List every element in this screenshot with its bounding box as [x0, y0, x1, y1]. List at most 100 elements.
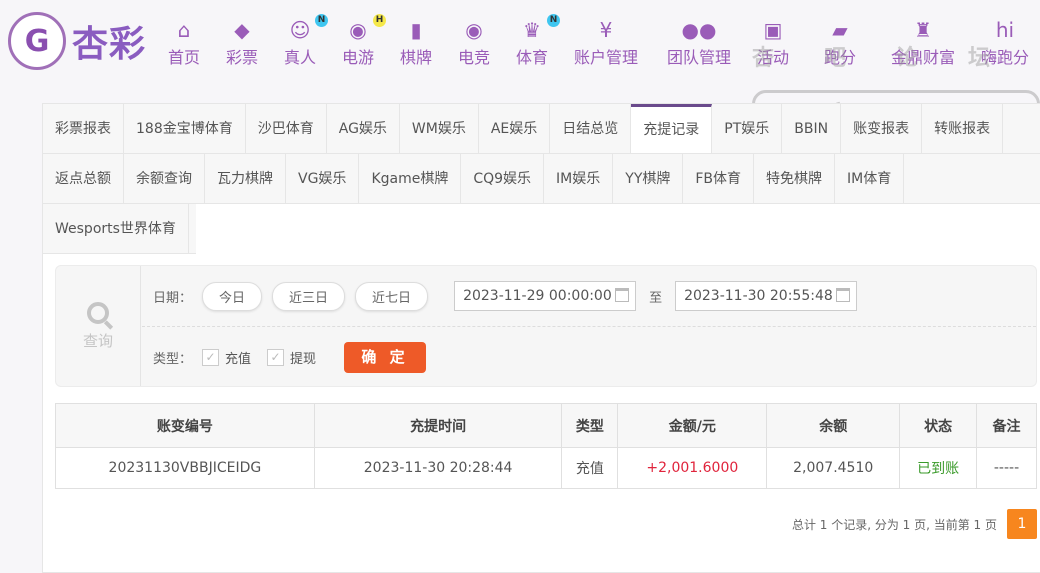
nav-item[interactable]: hi 嗨跑分: [981, 18, 1029, 68]
table-cell: -----: [976, 447, 1037, 489]
search-icon: [87, 302, 114, 330]
live-dealer-icon: ☺ N: [284, 14, 329, 42]
nav-label: 电竞: [457, 48, 491, 67]
nav-label: 账户管理: [573, 48, 639, 67]
tab[interactable]: 日结总览: [550, 104, 632, 153]
nav-item[interactable]: ◆ 彩票: [226, 18, 258, 68]
tab[interactable]: VG娱乐: [286, 154, 360, 203]
nav-item[interactable]: ▮ 棋牌: [400, 18, 432, 68]
start-date-input[interactable]: 2023-11-29 00:00:00: [454, 281, 637, 311]
last-3-days-button[interactable]: 近三日: [272, 281, 346, 311]
tab[interactable]: AG娱乐: [327, 104, 400, 153]
column-header: 余额: [766, 403, 901, 448]
table-row: 20231130VBBJICEIDG 2023-11-30 20:28:44 充值 +…: [55, 447, 1037, 489]
content-panel: 彩票报表 188金宝博体育 沙巴体育 AG娱乐 WM娱乐 AE娱乐 日结总览 充提记录 PT娱乐…: [42, 103, 1040, 573]
query-side: 查询: [56, 266, 141, 386]
column-header: 状态: [899, 403, 978, 448]
logo[interactable]: G 杏彩: [8, 12, 146, 70]
table-cell: 2,007.4510: [766, 447, 901, 489]
nav-label: 团队管理: [666, 48, 732, 67]
nav-label: 棋牌: [399, 48, 433, 67]
query-box: 查询 日期： 今日 近三日 近七日 2023-11-29 00:00:00 至 …: [55, 265, 1037, 387]
table-cell: 20231130VBBJICEIDG: [55, 447, 315, 489]
today-button[interactable]: 今日: [202, 281, 263, 311]
tab[interactable]: FB体育: [683, 154, 755, 203]
tab[interactable]: IM娱乐: [544, 154, 614, 203]
tab[interactable]: BBIN: [782, 104, 842, 153]
yen-coin-icon: ¥: [599, 18, 613, 42]
tab[interactable]: 返点总额: [43, 154, 124, 203]
tab[interactable]: 账变报表: [841, 104, 923, 153]
nav-label: 金鼎财富: [890, 48, 956, 67]
nav-item[interactable]: ◉ H 电游: [342, 14, 387, 68]
table-cell: 已到账: [899, 447, 978, 489]
tab[interactable]: CQ9娱乐: [461, 154, 545, 203]
hi-app-icon: hi: [995, 18, 1015, 42]
to-label: 至: [649, 290, 663, 306]
column-header: 备注: [976, 403, 1037, 448]
tab[interactable]: Wesports世界体育: [43, 204, 189, 253]
nav-item[interactable]: ◉ 电竞: [458, 18, 490, 68]
nav-item[interactable]: ☺ N 真人: [283, 14, 329, 68]
cards-icon: ▮: [410, 18, 422, 42]
tab[interactable]: 特免棋牌: [754, 154, 836, 203]
nav-item[interactable]: ▰ 跑分: [824, 18, 856, 68]
tab[interactable]: IM体育: [835, 154, 905, 203]
column-header: 金额/元: [617, 403, 768, 448]
tab-row: 彩票报表 188金宝博体育 沙巴体育 AG娱乐 WM娱乐 AE娱乐 日结总览 充提记录 PT娱乐…: [43, 104, 1040, 154]
table-cell: 充值: [561, 447, 619, 489]
nav-item[interactable]: ¥ 账户管理: [574, 18, 638, 68]
tab[interactable]: 余额查询: [124, 154, 205, 203]
header: G 杏彩 ⌂ 首页 ◆ 彩票 ☺ N 真人 ◉ H 电游 ▮ 棋牌 ◉ 电竞 ♛ N 体育 ¥ 账户管理 ●● 团队管理…: [0, 0, 1040, 90]
nav-label: 首页: [167, 48, 201, 67]
tab[interactable]: 充提记录: [631, 104, 713, 153]
records-table: 账变编号 充提时间 类型 金额/元 余额 状态 备注 20231130VBBJICEIDG 2…: [55, 403, 1037, 489]
tab-row: 返点总额 余额查询 瓦力棋牌 VG娱乐 Kgame棋牌 CQ9娱乐 IM娱乐 YY棋牌 FB体育…: [43, 154, 1040, 204]
tab[interactable]: 沙巴体育: [246, 104, 327, 153]
nav-item[interactable]: ⌂ 首页: [168, 18, 200, 68]
pager-summary: 总计 1 个记录, 分为 1 页, 当前第 1 页: [791, 517, 997, 532]
calendar-icon[interactable]: [615, 288, 630, 302]
tab[interactable]: YY棋牌: [613, 154, 684, 203]
tab[interactable]: 188金宝博体育: [124, 104, 246, 153]
nav-item[interactable]: ♛ N 体育: [515, 14, 561, 68]
ticket-icon: ◆: [234, 18, 250, 42]
table-cell: 2023-11-30 20:28:44: [313, 447, 563, 489]
tab[interactable]: AE娱乐: [479, 104, 551, 153]
team-icon: ●●: [681, 18, 717, 42]
nav-label: 嗨跑分: [980, 48, 1030, 67]
tab[interactable]: PT娱乐: [712, 104, 783, 153]
nav-item[interactable]: ▣ 活动: [757, 18, 789, 68]
query-label: 查询: [82, 332, 113, 350]
withdraw-label: 提现: [290, 352, 317, 367]
pagination: 总计 1 个记录, 分为 1 页, 当前第 1 页 1: [792, 509, 1037, 539]
home-icon: ⌂: [177, 18, 191, 42]
page-button-current[interactable]: 1: [1007, 509, 1037, 539]
nav-item[interactable]: ♜ 金鼎财富: [891, 18, 955, 68]
column-header: 充提时间: [313, 403, 563, 448]
nav-label: 活动: [756, 48, 790, 67]
type-label: 类型：: [153, 352, 193, 367]
calendar-icon[interactable]: [836, 288, 851, 302]
brand-name: 杏彩: [72, 24, 147, 65]
nav-label: 真人: [283, 48, 317, 67]
end-date-input[interactable]: 2023-11-30 20:55:48: [675, 281, 858, 311]
nav-label: 彩票: [225, 48, 259, 67]
gift-icon: ▣: [763, 18, 783, 42]
withdraw-checkbox[interactable]: ✓: [267, 349, 285, 366]
nav-badge: N: [547, 14, 561, 27]
tab[interactable]: 彩票报表: [43, 104, 124, 153]
tab[interactable]: Kgame棋牌: [359, 154, 462, 203]
tab-row: Wesports世界体育: [43, 204, 196, 254]
nav-item[interactable]: ●● 团队管理: [667, 18, 731, 68]
tab[interactable]: 转账报表: [922, 104, 1004, 153]
tab[interactable]: WM娱乐: [400, 104, 479, 153]
table-cell: +2,001.6000: [617, 447, 768, 489]
confirm-button[interactable]: 确 定: [344, 342, 427, 373]
nav-badge: H: [373, 14, 387, 27]
last-7-days-button[interactable]: 近七日: [355, 281, 429, 311]
column-header: 账变编号: [55, 403, 315, 448]
tab[interactable]: 瓦力棋牌: [205, 154, 286, 203]
deposit-checkbox[interactable]: ✓: [202, 349, 220, 366]
nav-label: 体育: [515, 48, 549, 67]
